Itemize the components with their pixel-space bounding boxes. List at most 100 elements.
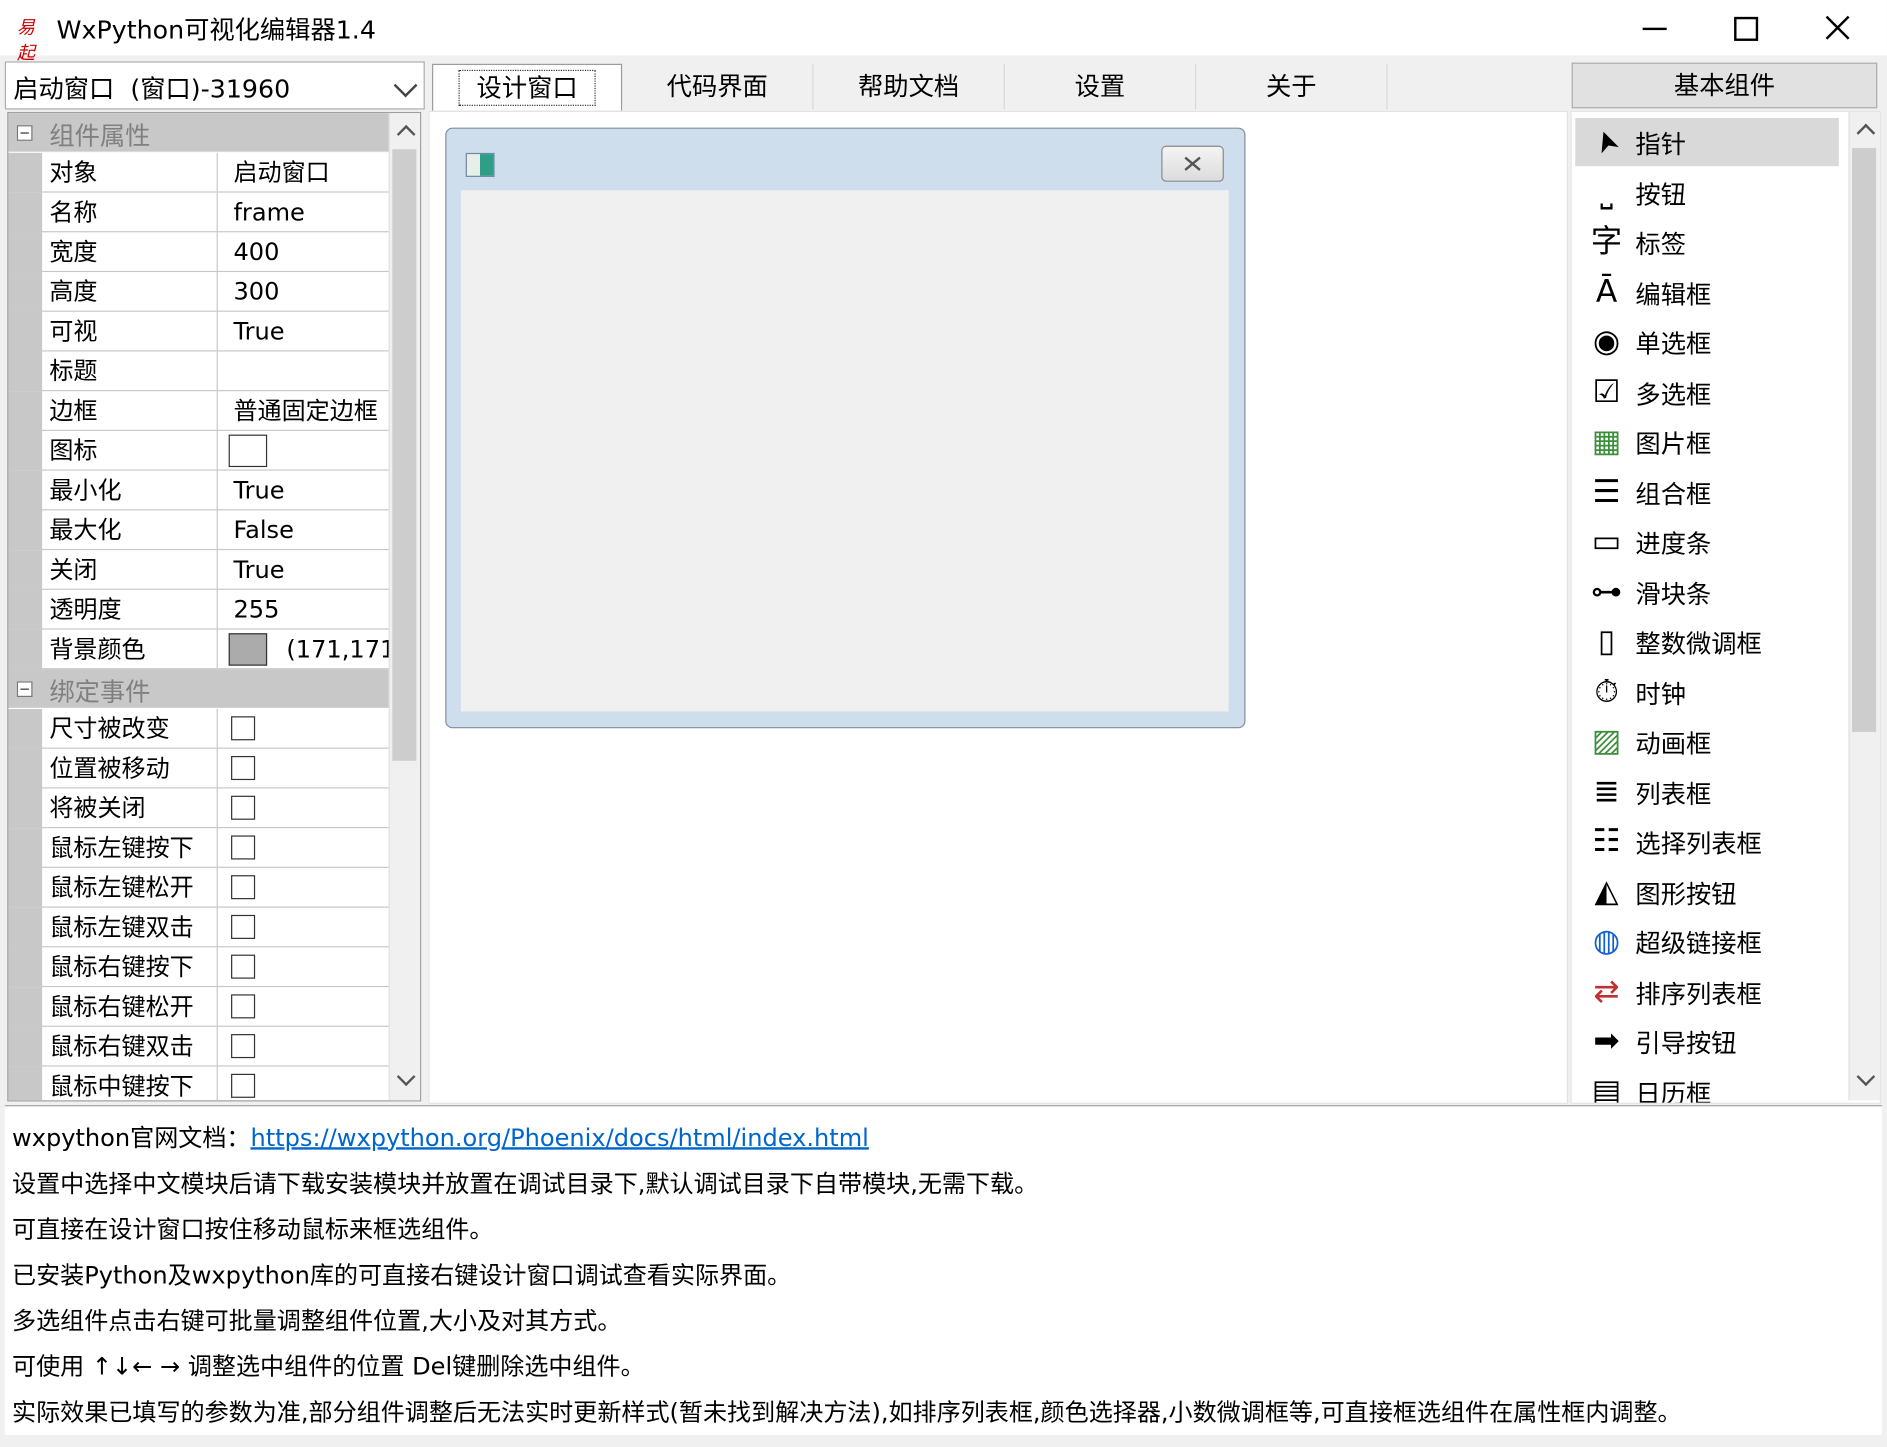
property-value[interactable]: True xyxy=(226,471,391,510)
component-item[interactable]: ◍ 超级链接框 xyxy=(1575,917,1839,965)
component-panel-header[interactable]: 基本组件 xyxy=(1571,62,1878,109)
event-value[interactable] xyxy=(226,947,391,986)
property-row[interactable]: 高度 300 xyxy=(8,272,392,312)
component-item[interactable]: ➤ 指针 xyxy=(1575,117,1839,167)
property-row[interactable]: 对象 启动窗口 xyxy=(8,152,392,193)
preview-frame[interactable] xyxy=(445,127,1246,729)
event-checkbox[interactable] xyxy=(231,835,256,860)
frame-close-button[interactable] xyxy=(1161,145,1224,182)
component-item[interactable]: ▯ 整数微调框 xyxy=(1575,618,1839,666)
component-item[interactable]: ▦ 图片框 xyxy=(1575,418,1839,466)
event-value[interactable] xyxy=(226,868,391,907)
event-row[interactable]: 鼠标右键双击 xyxy=(8,1026,392,1067)
event-value[interactable] xyxy=(226,749,391,788)
component-item[interactable]: ▭ 进度条 xyxy=(1575,518,1839,566)
property-row[interactable]: 可视 True xyxy=(8,311,392,352)
collapse-icon[interactable] xyxy=(16,681,33,698)
component-item[interactable]: ➡ 引导按钮 xyxy=(1575,1017,1839,1065)
tab-help[interactable]: 帮助文档 xyxy=(813,63,1005,110)
event-value[interactable] xyxy=(226,1027,391,1066)
event-value[interactable] xyxy=(226,1067,391,1101)
event-checkbox[interactable] xyxy=(231,795,256,820)
property-value[interactable]: 255 xyxy=(226,590,391,629)
event-row[interactable]: 将被关闭 xyxy=(8,788,392,829)
event-row[interactable]: 鼠标左键双击 xyxy=(8,907,392,948)
property-row[interactable]: 最大化 False xyxy=(8,510,392,551)
scroll-down-icon[interactable] xyxy=(1856,1067,1876,1087)
event-checkbox[interactable] xyxy=(231,875,256,900)
close-button[interactable] xyxy=(1791,0,1880,55)
component-item[interactable]: ◉ 单选框 xyxy=(1575,318,1839,366)
component-item[interactable]: ⏱ 时钟 xyxy=(1575,668,1839,716)
property-value[interactable] xyxy=(226,352,391,391)
property-row[interactable]: 标题 xyxy=(8,351,392,392)
event-value[interactable] xyxy=(226,709,391,748)
property-value[interactable]: 300 xyxy=(226,272,391,311)
event-row[interactable]: 位置被移动 xyxy=(8,748,392,789)
component-item[interactable]: ☰ 组合框 xyxy=(1575,468,1839,516)
component-item[interactable]: ☑ 多选框 xyxy=(1575,368,1839,416)
category-header-events[interactable]: 绑定事件 xyxy=(8,669,392,710)
component-list-scrollbar[interactable] xyxy=(1848,111,1880,1101)
property-value[interactable] xyxy=(226,431,391,470)
event-row[interactable]: 鼠标右键松开 xyxy=(8,987,392,1027)
scroll-up-icon[interactable] xyxy=(396,124,416,144)
event-checkbox[interactable] xyxy=(231,994,256,1019)
design-canvas[interactable] xyxy=(428,110,1569,1104)
event-row[interactable]: 鼠标中键按下 xyxy=(8,1066,391,1101)
property-value[interactable]: True xyxy=(226,550,391,589)
property-value[interactable]: frame xyxy=(226,193,391,232)
minimize-button[interactable] xyxy=(1610,0,1699,55)
event-checkbox[interactable] xyxy=(231,716,256,741)
event-checkbox[interactable] xyxy=(231,755,256,781)
property-value[interactable]: 400 xyxy=(226,232,391,271)
component-item[interactable]: ☷ 选择列表框 xyxy=(1575,817,1839,865)
category-header-properties[interactable]: 组件属性 xyxy=(8,113,392,153)
property-row[interactable]: 名称 frame xyxy=(8,192,392,233)
property-row[interactable]: 关闭 True xyxy=(8,550,392,590)
property-value[interactable]: False xyxy=(226,510,391,549)
event-value[interactable] xyxy=(226,987,391,1026)
property-row[interactable]: 宽度 400 xyxy=(8,232,392,273)
event-row[interactable]: 鼠标左键松开 xyxy=(8,867,392,908)
event-checkbox[interactable] xyxy=(231,1073,256,1098)
property-value[interactable]: (171,171, xyxy=(226,630,391,669)
tab-settings[interactable]: 设置 xyxy=(1005,63,1197,110)
property-value[interactable]: 普通固定边框 xyxy=(226,391,391,430)
component-item[interactable]: ▨ 动画框 xyxy=(1575,717,1839,765)
property-row[interactable]: 图标 xyxy=(8,430,392,471)
property-row[interactable]: 边框 普通固定边框 xyxy=(8,391,392,431)
doc-link[interactable]: https://wxpython.org/Phoenix/docs/html/i… xyxy=(250,1123,868,1152)
property-value[interactable]: True xyxy=(226,312,391,351)
component-item[interactable]: 字标签 xyxy=(1575,218,1839,266)
color-swatch[interactable] xyxy=(228,633,268,666)
component-item[interactable]: ≣ 列表框 xyxy=(1575,767,1839,815)
component-item[interactable]: ⊶ 滑块条 xyxy=(1575,568,1839,616)
frame-client-area[interactable] xyxy=(460,190,1229,712)
scrollbar-thumb[interactable] xyxy=(1852,148,1877,732)
event-value[interactable] xyxy=(226,908,391,947)
event-checkbox[interactable] xyxy=(231,914,256,939)
event-checkbox[interactable] xyxy=(231,1034,256,1059)
scroll-up-icon[interactable] xyxy=(1856,123,1876,143)
component-item[interactable]: Ā 编辑框 xyxy=(1575,268,1839,316)
property-row[interactable]: 背景颜色 (171,171, xyxy=(8,629,392,670)
maximize-button[interactable] xyxy=(1699,0,1788,55)
property-row[interactable]: 最小化 True xyxy=(8,470,392,511)
event-row[interactable]: 尺寸被改变 xyxy=(8,709,392,749)
object-select[interactable]: 启动窗口 (窗口)-31960 xyxy=(4,61,425,110)
property-row[interactable]: 透明度 255 xyxy=(8,589,392,630)
tab-code[interactable]: 代码界面 xyxy=(622,63,814,110)
event-value[interactable] xyxy=(226,828,391,867)
component-item[interactable]: ⎵ 按钮 xyxy=(1575,168,1839,216)
property-value[interactable]: 启动窗口 xyxy=(226,153,391,192)
event-row[interactable]: 鼠标右键按下 xyxy=(8,947,392,988)
property-grid-scrollbar[interactable] xyxy=(388,113,420,1101)
scrollbar-thumb[interactable] xyxy=(392,149,417,761)
icon-picker-box[interactable] xyxy=(228,434,268,468)
component-item[interactable]: ⇄ 排序列表框 xyxy=(1575,967,1839,1015)
scroll-down-icon[interactable] xyxy=(396,1067,416,1087)
tab-about[interactable]: 关于 xyxy=(1196,63,1388,110)
event-checkbox[interactable] xyxy=(231,954,256,979)
event-row[interactable]: 鼠标左键按下 xyxy=(8,828,392,868)
